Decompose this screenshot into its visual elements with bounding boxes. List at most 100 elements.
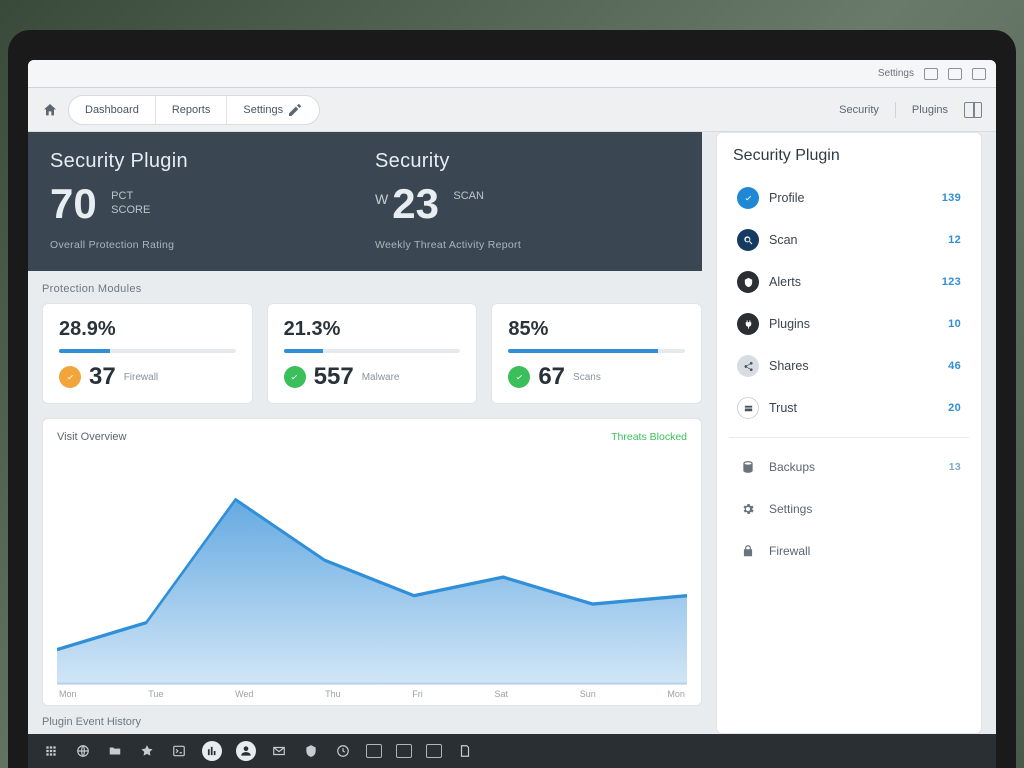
hero-right-subtitle: Weekly Threat Activity Report	[375, 239, 680, 251]
stat-num: 557	[314, 363, 354, 391]
hero-left: Security Plugin 70 PCT SCORE Overall Pro…	[50, 150, 355, 251]
globe-icon[interactable]	[74, 742, 92, 760]
progress-bar	[284, 349, 461, 353]
item-value: 123	[942, 276, 961, 288]
footer-label: Plugin Event History	[28, 706, 702, 734]
folder-icon[interactable]	[106, 742, 124, 760]
window-icon[interactable]	[924, 68, 938, 80]
grid-icon[interactable]	[396, 744, 412, 758]
chart-card: Visit Overview Threats Blocked	[42, 418, 702, 706]
stat-cap: Malware	[362, 372, 400, 383]
hero-right-prefix: W	[375, 191, 388, 207]
card-icon[interactable]	[366, 744, 382, 758]
chart-icon[interactable]	[202, 741, 222, 761]
stat-num: 37	[89, 363, 116, 391]
share-icon	[737, 355, 759, 377]
plug-icon	[737, 313, 759, 335]
side-item-scan[interactable]: Scan 12	[733, 221, 965, 259]
mail-icon[interactable]	[270, 742, 288, 760]
hero-left-unit: PCT SCORE	[111, 189, 150, 218]
header-link-plugins[interactable]: Plugins	[906, 104, 954, 116]
status-dot-icon	[508, 366, 530, 388]
tick: Mon	[59, 689, 77, 699]
item-label: Shares	[769, 359, 809, 373]
item-label: Firewall	[769, 544, 810, 558]
progress-bar	[59, 349, 236, 353]
tab-label: Settings	[243, 104, 283, 116]
chart-legend: Threats Blocked	[611, 431, 687, 443]
stat-cap: Firewall	[124, 372, 158, 383]
side-item-backups[interactable]: Backups 13	[733, 448, 965, 486]
separator	[729, 437, 969, 438]
progress-bar	[508, 349, 685, 353]
gear-icon	[737, 498, 759, 520]
item-value: 139	[942, 192, 961, 204]
hero-panel: Security Plugin 70 PCT SCORE Overall Pro…	[28, 132, 702, 271]
stat-cap: Scans	[573, 372, 601, 383]
stat-card-malware[interactable]: 21.3% 557 Malware	[267, 303, 478, 404]
restore-icon[interactable]	[948, 68, 962, 80]
header-link-security[interactable]: Security	[833, 104, 885, 116]
unit-line: SCORE	[111, 204, 150, 216]
card-icon	[737, 397, 759, 419]
note-icon[interactable]	[456, 742, 474, 760]
tick: Fri	[412, 689, 423, 699]
app-screen: Settings Dashboard Reports Settings Secu…	[28, 60, 996, 768]
item-value: 13	[949, 461, 961, 473]
side-item-profile[interactable]: Profile 139	[733, 179, 965, 217]
side-panel: Security Plugin Profile 139 Scan 12 Aler…	[716, 132, 982, 734]
star-icon[interactable]	[138, 742, 156, 760]
item-label: Backups	[769, 460, 815, 474]
stat-cards: 28.9% 37 Firewall 21.3% 557 Malware	[28, 303, 702, 404]
stat-pct: 21.3%	[284, 318, 461, 341]
side-item-trust[interactable]: Trust 20	[733, 389, 965, 427]
side-item-plugins[interactable]: Plugins 10	[733, 305, 965, 343]
topbar-menu-label[interactable]: Settings	[878, 68, 914, 79]
hero-left-subtitle: Overall Protection Rating	[50, 239, 355, 251]
item-label: Plugins	[769, 317, 810, 331]
stat-pct: 28.9%	[59, 318, 236, 341]
lock-icon	[737, 540, 759, 562]
item-label: Alerts	[769, 275, 801, 289]
left-column: Security Plugin 70 PCT SCORE Overall Pro…	[28, 132, 702, 734]
chart-xaxis: Mon Tue Wed Thu Fri Sat Sun Mon	[57, 685, 687, 699]
window-icon[interactable]	[426, 744, 442, 758]
search-icon	[737, 229, 759, 251]
main-content: Security Plugin 70 PCT SCORE Overall Pro…	[28, 132, 996, 734]
tab-label: Dashboard	[85, 104, 139, 116]
book-icon[interactable]	[964, 102, 982, 118]
unit-line: PCT	[111, 190, 133, 202]
tick: Mon	[667, 689, 685, 699]
stat-pct: 85%	[508, 318, 685, 341]
stat-num: 67	[538, 363, 565, 391]
chart-title: Visit Overview	[57, 431, 126, 443]
laptop-frame: Settings Dashboard Reports Settings Secu…	[8, 30, 1016, 768]
shield-icon[interactable]	[302, 742, 320, 760]
hero-left-title: Security Plugin	[50, 150, 355, 173]
hero-right: Security W23 SCAN Weekly Threat Activity…	[375, 150, 680, 251]
side-panel-title: Security Plugin	[733, 147, 965, 165]
tab-label: Reports	[172, 104, 211, 116]
apps-icon[interactable]	[42, 742, 60, 760]
side-item-settings[interactable]: Settings	[733, 490, 965, 528]
status-dot-icon	[59, 366, 81, 388]
side-item-alerts[interactable]: Alerts 123	[733, 263, 965, 301]
layout-icon[interactable]	[972, 68, 986, 80]
home-icon[interactable]	[42, 102, 58, 118]
tab-settings[interactable]: Settings	[227, 96, 319, 124]
item-label: Profile	[769, 191, 804, 205]
stat-card-scans[interactable]: 85% 67 Scans	[491, 303, 702, 404]
side-item-shares[interactable]: Shares 46	[733, 347, 965, 385]
tick: Wed	[235, 689, 253, 699]
user-icon[interactable]	[236, 741, 256, 761]
tab-dashboard[interactable]: Dashboard	[69, 96, 156, 124]
area-chart	[57, 449, 687, 685]
tab-reports[interactable]: Reports	[156, 96, 228, 124]
item-label: Settings	[769, 502, 812, 516]
side-item-firewall[interactable]: Firewall	[733, 532, 965, 570]
clock-icon[interactable]	[334, 742, 352, 760]
terminal-icon[interactable]	[170, 742, 188, 760]
browser-topbar: Settings	[28, 60, 996, 88]
section-label: Protection Modules	[28, 271, 702, 303]
stat-card-firewall[interactable]: 28.9% 37 Firewall	[42, 303, 253, 404]
